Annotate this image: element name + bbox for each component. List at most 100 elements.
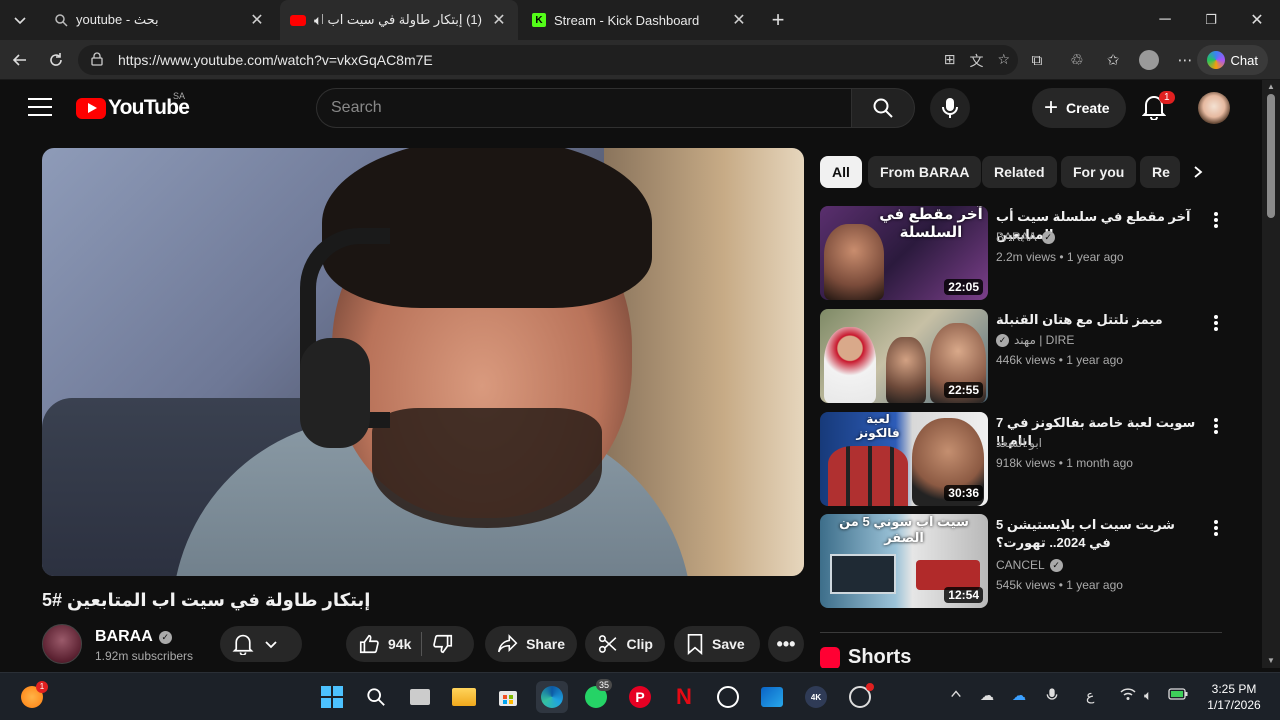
chip-from-baraa[interactable]: From BARAA [868, 156, 982, 188]
chip-for-you[interactable]: For you [1061, 156, 1137, 188]
video-thumbnail[interactable]: آخر مقطع في السلسلة 22:05 [820, 206, 988, 300]
scrollbar-thumb[interactable] [1267, 94, 1275, 218]
volume-icon[interactable]: 🔈︎ [1144, 687, 1152, 704]
search-box[interactable] [316, 88, 852, 128]
netflix-icon[interactable]: N [668, 681, 700, 713]
edge-browser-icon[interactable] [536, 681, 568, 713]
more-vertical-icon[interactable] [1210, 210, 1222, 230]
close-tab-icon[interactable]: ✕ [490, 10, 508, 30]
file-explorer-icon[interactable] [448, 681, 480, 713]
video-thumbnail[interactable]: سيت اب سوني 5 من الصفر 12:54 [820, 514, 988, 608]
search-input[interactable] [331, 99, 852, 117]
favorite-star-icon[interactable]: ☆ [997, 51, 1010, 71]
clip-button[interactable]: Clip [585, 626, 665, 662]
new-tab-button[interactable]: + [760, 0, 796, 40]
chip-related[interactable]: Related [982, 156, 1057, 188]
more-vertical-icon[interactable] [1210, 518, 1222, 538]
save-button[interactable]: Save [674, 626, 760, 662]
subscription-bell-button[interactable] [220, 626, 302, 662]
video-duration: 30:36 [944, 485, 983, 501]
windows-taskbar: 1 35 P N 4K ☁ ☁ ع 🔈︎ 3:25 PM 1/17/2026 [0, 672, 1280, 720]
recommendation-channel[interactable]: CANCEL ✓ [996, 558, 1063, 572]
whatsapp-icon[interactable]: 35 [580, 679, 613, 713]
microphone-icon[interactable] [1046, 687, 1058, 706]
show-hidden-icons-icon[interactable] [950, 687, 962, 703]
search-button[interactable] [851, 88, 915, 128]
address-bar[interactable]: https://www.youtube.com/watch?v=vkxGqAC8… [78, 45, 1018, 75]
wifi-icon[interactable] [1120, 687, 1136, 704]
recommendation-title[interactable]: شريت سيت اب بلايستيشن 5 في 2024.. تهورت؟ [996, 516, 1196, 552]
tab-list-button[interactable] [0, 0, 40, 40]
video-player[interactable] [42, 148, 804, 576]
like-button[interactable]: 94k [358, 633, 411, 655]
url-text: https://www.youtube.com/watch?v=vkxGqAC8… [118, 52, 433, 68]
favorites-icon[interactable]: ✩ [1100, 48, 1126, 72]
minimize-button[interactable]: ─ [1142, 0, 1188, 40]
share-button[interactable]: Share [485, 626, 577, 662]
create-button[interactable]: + Create [1032, 88, 1126, 128]
menu-icon[interactable] [28, 98, 52, 116]
browser-essentials-icon[interactable]: ♲ [1064, 48, 1090, 72]
scroll-down-icon[interactable]: ▼ [1267, 656, 1275, 665]
recommendation-item[interactable]: سيت اب سوني 5 من الصفر 12:54 شريت سيت اب… [820, 514, 1222, 610]
close-tab-icon[interactable]: ✕ [248, 10, 266, 30]
microsoft-store-icon[interactable] [492, 681, 524, 713]
chip-recently-uploaded[interactable]: Re [1140, 156, 1180, 188]
onedrive-icon[interactable]: ☁ [1012, 687, 1026, 704]
chip-all[interactable]: All [820, 156, 862, 188]
obs-studio-icon[interactable] [844, 681, 876, 713]
profile-icon[interactable] [1136, 48, 1162, 72]
speaker-icon[interactable]: 🔈︎ [314, 12, 322, 29]
recommendation-channel[interactable]: ابو السعد [996, 436, 1042, 450]
app-available-icon[interactable]: ⊞ [944, 51, 956, 71]
input-language-indicator[interactable]: ع [1086, 687, 1094, 704]
reload-button[interactable] [42, 46, 70, 74]
cloud-icon[interactable]: ☁ [980, 687, 994, 704]
more-actions-button[interactable]: ••• [768, 626, 804, 662]
page-scrollbar[interactable]: ▲ ▼ [1262, 80, 1280, 668]
close-tab-icon[interactable]: ✕ [730, 10, 748, 30]
system-clock[interactable]: 3:25 PM 1/17/2026 [1200, 681, 1268, 713]
recommendation-item[interactable]: لعبة فالكونز 30:36 سويت لعبة خاصة بفالكو… [820, 412, 1222, 508]
restore-button[interactable]: ❐ [1188, 0, 1234, 40]
chatgpt-icon[interactable] [712, 681, 744, 713]
tab-kick-dashboard[interactable]: K Stream - Kick Dashboard ✕ [522, 0, 758, 40]
account-avatar[interactable] [1198, 92, 1230, 124]
video-thumbnail[interactable]: لعبة فالكونز 30:36 [820, 412, 988, 506]
tab-youtube-search[interactable]: youtube - بحث ✕ [44, 0, 276, 40]
channel-avatar[interactable] [42, 624, 82, 664]
recommendation-item[interactable]: آخر مقطع في السلسلة 22:05 آخر مقطع في سل… [820, 206, 1222, 302]
extensions-icon[interactable]: ⧉ [1024, 48, 1050, 72]
recommendation-channel[interactable]: BARAA ✓ [996, 230, 1055, 244]
scroll-up-icon[interactable]: ▲ [1267, 82, 1275, 91]
chevron-right-icon[interactable] [1186, 160, 1210, 184]
voice-search-button[interactable] [930, 88, 970, 128]
start-icon[interactable] [316, 681, 348, 713]
search-icon [873, 98, 893, 118]
youtube-logo[interactable]: YouTube SA [76, 91, 190, 120]
translate-icon[interactable]: 文 [969, 51, 983, 71]
more-vertical-icon[interactable] [1210, 313, 1222, 333]
recommendation-title[interactable]: ميمز نلتتل مع هتان القنبلة [996, 311, 1196, 329]
battery-icon[interactable] [1168, 687, 1188, 703]
thumbnail-person [824, 224, 884, 300]
video-thumbnail[interactable]: 22:55 [820, 309, 988, 403]
recommendation-channel[interactable]: ✓ مهند | DIRE [996, 333, 1074, 347]
task-view-icon[interactable] [404, 681, 436, 713]
search-icon[interactable] [360, 681, 392, 713]
weather-widget-icon[interactable]: 1 [16, 681, 48, 713]
pinterest-icon[interactable]: P [624, 681, 656, 713]
4k-video-downloader-icon[interactable]: 4K [800, 681, 832, 713]
back-button[interactable] [6, 46, 34, 74]
tab-youtube-video[interactable]: 🔈︎ (1) إبتكار طاولة في سيت اب المتابعين … [280, 0, 518, 40]
recommendation-item[interactable]: 22:55 ميمز نلتتل مع هتان القنبلة ✓ مهند |… [820, 309, 1222, 405]
more-menu-icon[interactable]: ⋯ [1172, 48, 1198, 72]
dislike-button[interactable] [432, 633, 454, 655]
copilot-chat-button[interactable]: Chat [1196, 45, 1268, 75]
more-vertical-icon[interactable] [1210, 416, 1222, 436]
channel-name[interactable]: BARAA ✓ [95, 628, 172, 646]
close-window-button[interactable]: ✕ [1234, 0, 1280, 40]
notifications-button[interactable]: 1 [1141, 91, 1175, 124]
site-info-icon[interactable] [90, 51, 108, 69]
outlook-icon[interactable] [756, 681, 788, 713]
